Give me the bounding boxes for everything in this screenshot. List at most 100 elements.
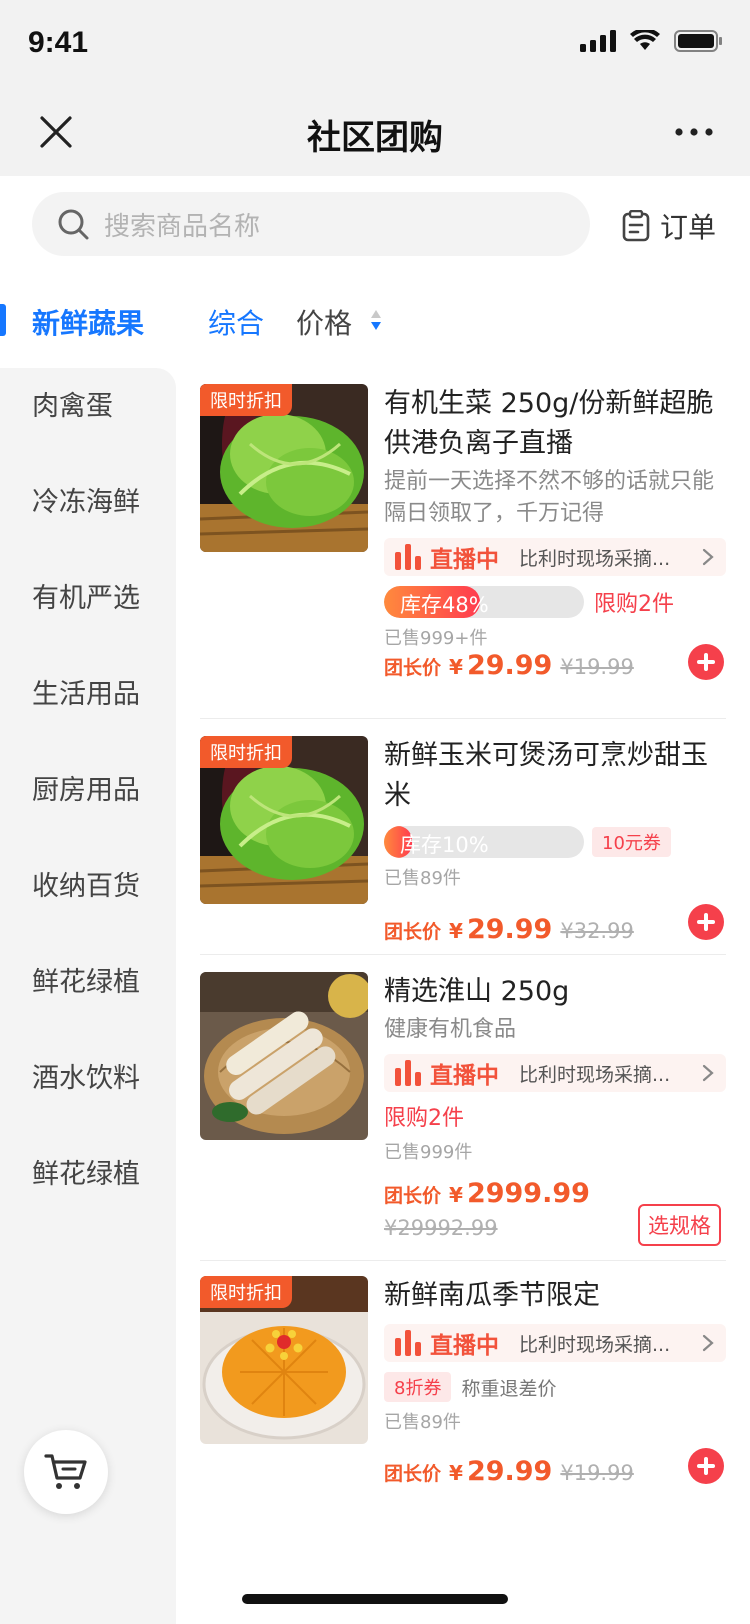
live-bars-icon [395,544,421,570]
price-label: 团长价 [384,1463,442,1485]
stock-progress-bar: 库存10% [384,826,584,858]
orders-button[interactable]: 订单 [622,206,716,246]
sort-price-tab[interactable]: 价格 [296,302,352,342]
price-label: 团长价 [384,1185,442,1207]
sold-count: 已售999+件 [384,628,488,649]
search-placeholder: 搜索商品名称 [104,211,261,242]
sort-arrows-icon[interactable] [370,308,382,332]
product-title[interactable]: 新鲜南瓜季节限定 [384,1276,726,1316]
signal-icon [580,30,616,52]
sold-count: 已售999件 [384,1142,473,1163]
product-card[interactable]: 精选淮山 250g 健康有机食品 直播中 比利时现场采摘... 限购2件 已售9… [200,972,726,1252]
category-item[interactable]: 有机严选 [32,576,140,615]
add-to-cart-button[interactable] [688,904,724,940]
nav-bar: 社区团购 [0,90,750,176]
battery-icon [674,30,722,52]
sold-count: 已售89件 [384,868,461,889]
category-item-active[interactable]: 新鲜蔬果 [0,284,176,368]
original-price: ¥19.99 [560,1461,634,1485]
price-row: 团长价 ¥ 29.99 ¥19.99 [384,650,634,681]
category-item[interactable]: 肉禽蛋 [32,384,113,423]
product-image-lettuce[interactable]: 限时折扣 [200,736,368,904]
divider [200,954,726,955]
category-item[interactable]: 收纳百货 [32,864,140,903]
status-icons [580,30,722,52]
price-label: 团长价 [384,921,442,943]
currency-symbol: ¥ [449,919,463,943]
weight-note: 称重退差价 [461,1377,557,1400]
add-to-cart-button[interactable] [688,1448,724,1484]
live-label: 直播中 [430,547,499,573]
live-banner[interactable]: 直播中 比利时现场采摘... [384,1324,726,1362]
currency-symbol: ¥ [449,1183,463,1207]
product-card[interactable]: 限时折扣 新鲜玉米可煲汤可烹炒甜玉米 库存10% 10元券 已售89件 团长价 … [200,736,726,946]
select-spec-button[interactable]: 选规格 [638,1204,721,1246]
more-icon[interactable] [674,120,714,144]
category-label: 新鲜蔬果 [32,307,145,340]
original-price: ¥32.99 [560,919,634,943]
price-row: 团长价 ¥ 29.99 ¥19.99 [384,1456,634,1487]
product-desc: 提前一天选择不然不够的话就只能隔日领取了，千万记得 [384,469,715,526]
divider [200,1260,726,1261]
product-desc: 健康有机食品 [384,1017,517,1042]
add-to-cart-button[interactable] [688,644,724,680]
coupon-badge: 10元券 [592,827,671,857]
original-price: ¥19.99 [560,655,634,679]
live-label: 直播中 [430,1063,499,1089]
price-row: 团长价 ¥ 2999.99 [384,1178,590,1209]
cart-button[interactable] [24,1430,108,1514]
discount-tag: 限时折扣 [200,1276,292,1308]
stock-label: 库存10% [400,833,489,857]
stock-progress-bar: 库存48% [384,586,584,618]
category-item[interactable]: 鲜花绿植 [32,960,140,999]
category-item[interactable]: 厨房用品 [32,768,140,807]
search-icon [58,209,89,240]
price-value: 2999.99 [466,1178,590,1209]
clipboard-icon [622,210,650,242]
live-bars-icon [395,1060,421,1086]
live-banner[interactable]: 直播中 比利时现场采摘... [384,538,726,576]
purchase-limit: 限购2件 [384,1106,464,1131]
live-desc: 比利时现场采摘... [519,1333,671,1356]
coupon-badge: 8折券 [384,1372,452,1402]
price-value: 29.99 [466,650,553,681]
live-desc: 比利时现场采摘... [519,547,671,570]
category-item[interactable]: 鲜花绿植 [32,1152,140,1191]
search-input[interactable]: 搜索商品名称 [32,192,590,256]
price-label: 团长价 [384,657,442,679]
status-bar: 9:41 [0,0,750,90]
product-title[interactable]: 有机生菜 250g/份新鲜超脆供港负离子直播 [384,384,726,464]
wifi-icon [630,30,660,50]
cart-icon [44,1454,87,1489]
stock-label: 库存48% [400,593,489,617]
chevron-right-icon [702,1334,714,1352]
category-item[interactable]: 冷冻海鲜 [32,480,140,519]
sort-comprehensive-tab[interactable]: 综合 [208,302,264,342]
chevron-right-icon [702,548,714,566]
price-row: 团长价 ¥ 29.99 ¥32.99 [384,914,634,945]
product-image-yam[interactable] [200,972,368,1140]
discount-tag: 限时折扣 [200,384,292,416]
original-price: ¥29992.99 [384,1216,498,1240]
product-image-pumpkin[interactable]: 限时折扣 [200,1276,368,1444]
live-bars-icon [395,1330,421,1356]
home-indicator [242,1594,508,1604]
divider [200,718,726,719]
chevron-right-icon [702,1064,714,1082]
page-title: 社区团购 [307,118,443,158]
currency-symbol: ¥ [449,655,463,679]
category-item[interactable]: 酒水饮料 [32,1056,140,1095]
price-value: 29.99 [466,914,553,945]
product-image-lettuce[interactable]: 限时折扣 [200,384,368,552]
status-time: 9:41 [28,26,89,59]
live-banner[interactable]: 直播中 比利时现场采摘... [384,1054,726,1092]
sold-count: 已售89件 [384,1412,461,1433]
live-desc: 比利时现场采摘... [519,1063,671,1086]
product-card[interactable]: 限时折扣 新鲜南瓜季节限定 直播中 比利时现场采摘... 8折券 称重退差价 已… [200,1276,726,1496]
currency-symbol: ¥ [449,1461,463,1485]
discount-tag: 限时折扣 [200,736,292,768]
product-card[interactable]: 限时折扣 有机生菜 250g/份新鲜超脆供港负离子直播 提前一天选择不然不够的话… [200,384,726,714]
category-item[interactable]: 生活用品 [32,672,140,711]
product-title[interactable]: 新鲜玉米可煲汤可烹炒甜玉米 [384,736,726,816]
product-title[interactable]: 精选淮山 250g [384,972,726,1012]
